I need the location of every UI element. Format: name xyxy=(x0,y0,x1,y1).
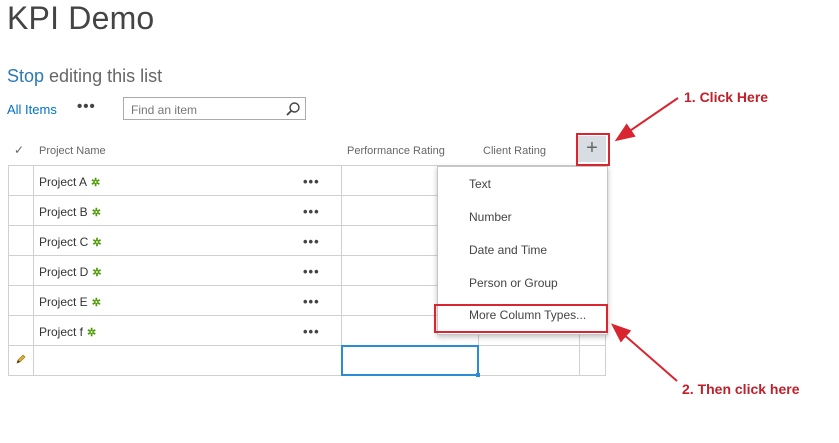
arrow-to-add-column xyxy=(614,97,679,142)
item-menu-button[interactable]: ••• xyxy=(303,234,320,249)
list-item[interactable]: Project B ✲ xyxy=(39,205,101,219)
search-box xyxy=(123,97,306,120)
grid-line xyxy=(8,285,438,286)
new-item-icon: ✲ xyxy=(91,207,101,219)
grid-line xyxy=(8,255,438,256)
search-icon[interactable] xyxy=(285,101,301,117)
item-menu-button[interactable]: ••• xyxy=(303,174,320,189)
edit-mode-text: editing this list xyxy=(44,66,163,86)
grid-line xyxy=(579,333,580,376)
menu-item-number[interactable]: Number xyxy=(469,210,512,224)
list-item[interactable]: Project f ✲ xyxy=(39,325,96,339)
stop-editing-link[interactable]: Stop xyxy=(7,66,44,86)
item-menu-button[interactable]: ••• xyxy=(303,264,320,279)
page-title: KPI Demo xyxy=(7,0,155,36)
grid-line xyxy=(8,375,606,376)
pencil-icon[interactable] xyxy=(15,353,27,365)
new-item-icon: ✲ xyxy=(87,327,97,339)
column-header-project-name[interactable]: Project Name xyxy=(39,145,106,157)
view-more-button[interactable]: ••• xyxy=(77,98,96,115)
column-header-client-rating[interactable]: Client Rating xyxy=(483,145,546,157)
search-input[interactable] xyxy=(129,99,283,120)
fill-handle[interactable] xyxy=(476,373,480,377)
item-menu-button[interactable]: ••• xyxy=(303,324,320,339)
grid-line xyxy=(8,225,438,226)
active-cell[interactable] xyxy=(341,345,480,377)
grid-line xyxy=(8,165,9,376)
item-menu-button[interactable]: ••• xyxy=(303,294,320,309)
list-item[interactable]: Project E ✲ xyxy=(39,295,101,309)
select-all-check-icon[interactable]: ✓ xyxy=(14,143,24,157)
grid-line xyxy=(8,315,438,316)
new-item-icon: ✲ xyxy=(92,237,102,249)
annotation-step-1: 1. Click Here xyxy=(684,89,769,105)
annotation-step-2: 2. Then click here xyxy=(682,381,800,397)
highlight-box-more-column-types xyxy=(434,304,608,333)
new-item-icon: ✲ xyxy=(92,267,102,279)
highlight-box-add-column xyxy=(576,133,610,166)
list-item[interactable]: Project C ✲ xyxy=(39,235,102,249)
menu-item-person-or-group[interactable]: Person or Group xyxy=(469,276,558,290)
column-header-performance-rating[interactable]: Performance Rating xyxy=(347,145,445,157)
edit-mode-line: Stop editing this list xyxy=(7,66,162,87)
item-menu-button[interactable]: ••• xyxy=(303,204,320,219)
menu-item-text[interactable]: Text xyxy=(469,177,491,191)
grid-line xyxy=(8,345,606,346)
grid-line xyxy=(8,195,438,196)
grid-line xyxy=(33,165,34,376)
list-item[interactable]: Project D ✲ xyxy=(39,265,102,279)
list-item[interactable]: Project A ✲ xyxy=(39,175,100,189)
view-all-items-link[interactable]: All Items xyxy=(7,102,57,117)
new-item-icon: ✲ xyxy=(91,177,101,189)
menu-item-date-and-time[interactable]: Date and Time xyxy=(469,243,547,257)
new-item-icon: ✲ xyxy=(91,297,101,309)
arrow-to-more-column-types xyxy=(610,323,678,382)
